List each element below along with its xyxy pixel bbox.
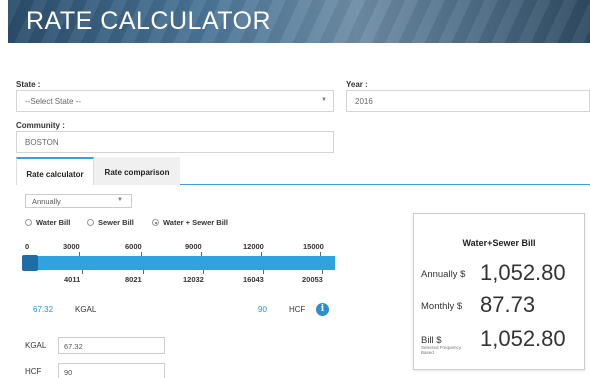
slider-hcf-tick: 4011: [64, 275, 81, 284]
tab-rate-calculator[interactable]: Rate calculator: [16, 157, 94, 185]
slider-kgal-tick: 0: [25, 242, 30, 251]
community-label: Community :: [16, 121, 65, 130]
tick-mark: [263, 270, 264, 274]
slider-kgal-tick: 9000: [185, 242, 202, 251]
monthly-label: Monthly $: [421, 301, 463, 312]
bill-value: 1,052.80: [480, 326, 566, 351]
slider-kgal-tick: 12000: [243, 242, 264, 251]
radio-water-sewer-bill[interactable]: Water + Sewer Bill: [152, 218, 228, 227]
slider-hcf-tick: 8021: [125, 275, 142, 284]
slider-kgal-tick: 15000: [303, 242, 324, 251]
page-title: RATE CALCULATOR: [26, 7, 272, 35]
tick-mark: [82, 270, 83, 274]
year-select[interactable]: 2016: [346, 90, 590, 112]
frequency-select[interactable]: Annually ▼: [25, 194, 132, 208]
radio-water-bill[interactable]: Water Bill: [25, 218, 70, 227]
year-label: Year :: [346, 80, 368, 89]
chevron-down-icon: ▼: [117, 197, 123, 203]
radio-selected-icon: [152, 219, 159, 226]
state-label: State :: [16, 80, 41, 89]
kgal-readout-value: 67.32: [33, 305, 54, 314]
slider-hcf-tick: 20053: [302, 275, 323, 284]
radio-label: Water Bill: [36, 218, 71, 227]
hcf-readout-value: 90: [258, 305, 267, 314]
frequency-select-value: Annually: [32, 197, 61, 206]
state-select-value: --Select State --: [25, 97, 82, 106]
annually-value: 1,052.80: [480, 260, 566, 285]
radio-sewer-bill[interactable]: Sewer Bill: [87, 218, 134, 227]
slider-kgal-tick: 6000: [125, 242, 142, 251]
bill-title: Water+Sewer Bill: [462, 238, 536, 248]
radio-label: Water + Sewer Bill: [163, 218, 228, 227]
tick-mark: [203, 270, 204, 274]
community-field-value: BOSTON: [25, 138, 59, 147]
kgal-input-label: KGAL: [25, 341, 47, 350]
hcf-input-label: HCF: [25, 367, 42, 376]
bill-summary-panel: Water+Sewer Bill Annually $ 1,052.80 Mon…: [413, 213, 585, 370]
bill-frequency-note: Selected Frequency Based: [421, 345, 462, 355]
hcf-readout-unit: HCF: [289, 305, 306, 314]
tick-mark: [143, 270, 144, 274]
usage-slider-handle[interactable]: [22, 255, 38, 271]
annually-label: Annually $: [421, 269, 466, 280]
tab-rate-comparison[interactable]: Rate comparison: [94, 157, 180, 185]
slider-kgal-tick: 3000: [63, 242, 80, 251]
year-select-value: 2016: [355, 97, 373, 106]
slider-hcf-tick: 16043: [243, 275, 264, 284]
state-select[interactable]: --Select State -- ▼: [16, 90, 334, 112]
radio-icon: [25, 219, 32, 226]
info-icon[interactable]: i: [316, 303, 329, 316]
monthly-value: 87.73: [480, 292, 536, 317]
hcf-input[interactable]: 90: [58, 363, 165, 378]
chevron-down-icon: ▼: [321, 97, 327, 103]
header-banner: RATE CALCULATOR: [8, 0, 590, 43]
kgal-readout-unit: KGAL: [75, 305, 97, 314]
radio-label: Sewer Bill: [98, 218, 134, 227]
slider-hcf-tick: 12032: [183, 275, 204, 284]
kgal-input[interactable]: 67.32: [58, 337, 165, 354]
community-field[interactable]: BOSTON: [16, 131, 334, 153]
tick-mark: [322, 270, 323, 274]
usage-slider-track[interactable]: [25, 256, 335, 270]
radio-icon: [87, 219, 94, 226]
